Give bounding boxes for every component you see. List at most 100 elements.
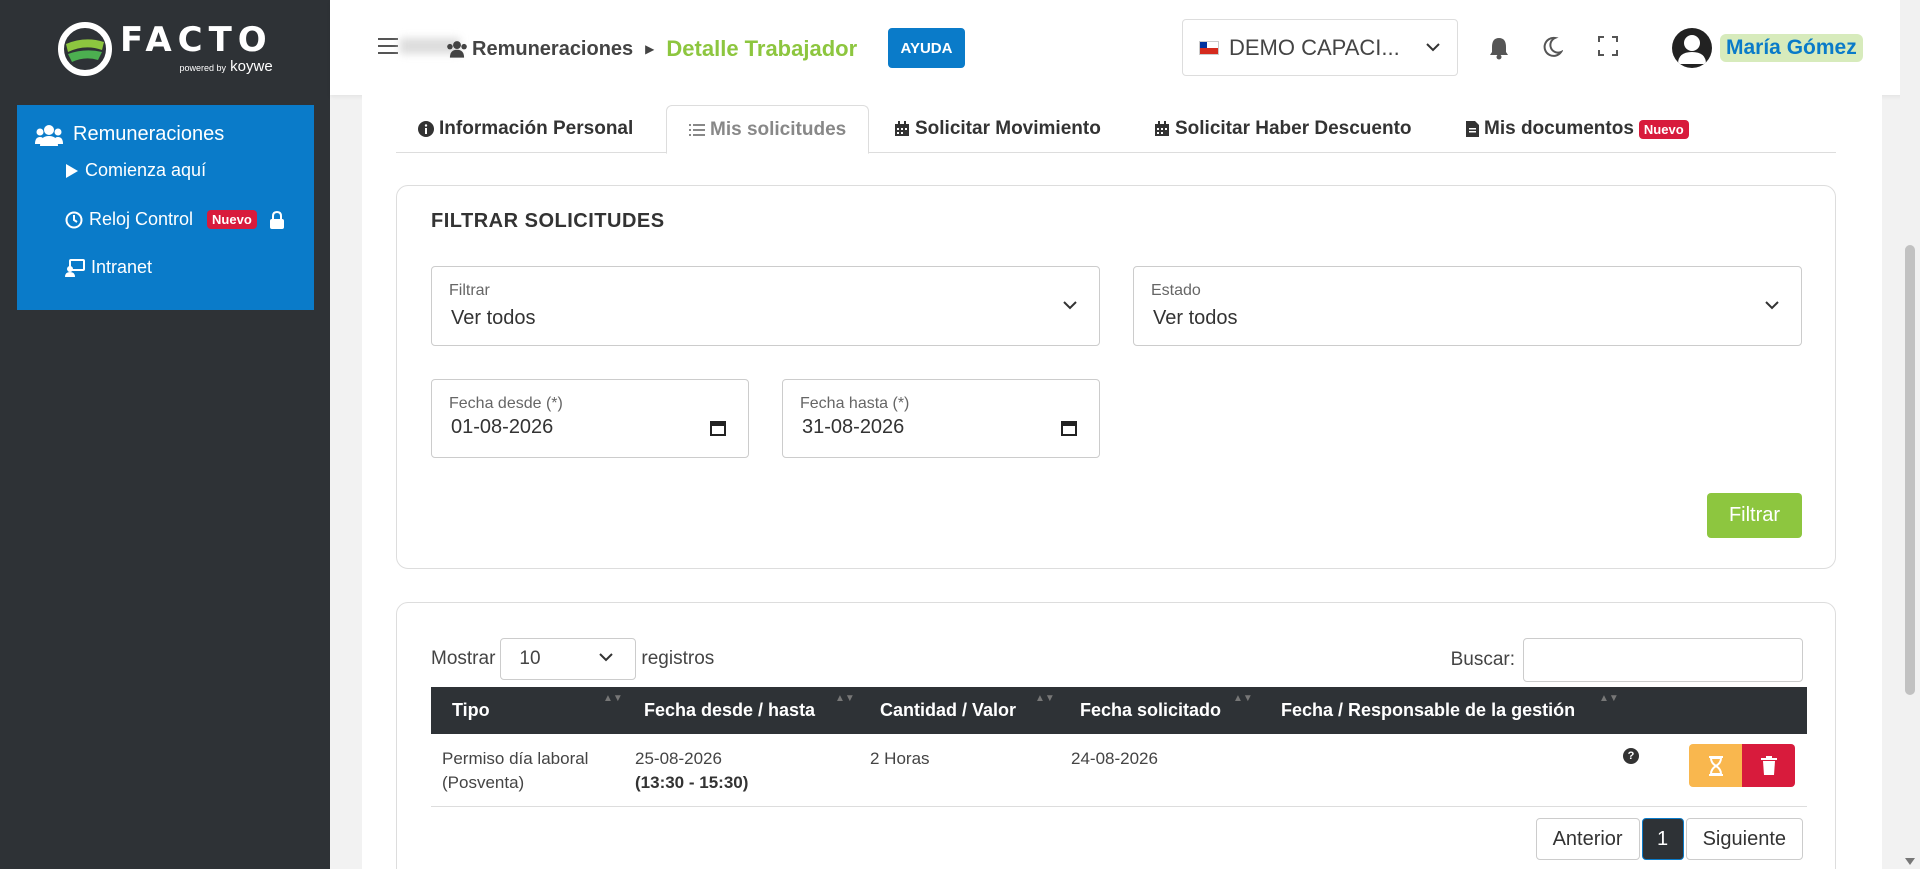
cell-solicitado: 24-08-2026 xyxy=(1071,749,1158,768)
sidebar-item-intranet[interactable]: Intranet xyxy=(65,257,152,278)
play-icon xyxy=(66,163,78,178)
page-scrollbar[interactable] xyxy=(1900,0,1920,869)
field-value: Ver todos xyxy=(451,307,536,329)
sidebar: FACTO powered by koywe Remuneraciones Co… xyxy=(0,0,330,869)
fecha-desde-input[interactable]: Fecha desde (*) 01-08-2026 xyxy=(431,379,749,458)
sort-icon[interactable]: ▲▼ xyxy=(1233,693,1253,704)
sort-icon[interactable]: ▲▼ xyxy=(1599,693,1619,704)
sort-icon[interactable]: ▲▼ xyxy=(1035,693,1055,704)
tab-label: Mis documentos xyxy=(1484,118,1634,139)
tab-mis-solicitudes[interactable]: Mis solicitudes xyxy=(666,105,870,154)
field-value: 31-08-2026 xyxy=(802,416,905,438)
column-header-fecha[interactable]: Fecha desde / hasta xyxy=(644,700,815,721)
cell-fecha: 25-08-2026 (13:30 - 15:30) xyxy=(635,747,748,795)
lock-icon xyxy=(269,210,284,229)
table-search: Buscar: xyxy=(1451,638,1803,682)
tab-label: Información Personal xyxy=(439,118,634,139)
column-header-tipo[interactable]: Tipo xyxy=(452,700,490,721)
filter-card: FILTRAR SOLICITUDES Filtrar Ver todos Es… xyxy=(396,185,1836,569)
cell-text: (Posventa) xyxy=(442,773,525,792)
new-badge: Nuevo xyxy=(1638,119,1689,139)
help-button[interactable]: AYUDA xyxy=(888,28,965,68)
scroll-down-arrow-icon[interactable] xyxy=(1905,858,1915,865)
sidebar-item-reloj-control[interactable]: Reloj Control Nuevo xyxy=(65,209,305,230)
intranet-icon xyxy=(65,258,85,277)
delete-button[interactable] xyxy=(1742,744,1795,787)
column-header-responsable[interactable]: Fecha / Responsable de la gestión xyxy=(1281,700,1575,721)
company-selector[interactable]: DEMO CAPACI... xyxy=(1182,19,1458,76)
calendar-icon[interactable] xyxy=(710,420,726,436)
tab-solicitar-haber-descuento[interactable]: Solicitar Haber Descuento xyxy=(1154,105,1412,153)
hourglass-icon xyxy=(1708,755,1723,776)
tab-mis-documentos[interactable]: Mis documentos Nuevo xyxy=(1466,105,1689,153)
page-size-select[interactable]: 10 xyxy=(500,638,637,680)
tab-label: Solicitar Movimiento xyxy=(915,118,1101,139)
top-header: Remuneraciones ▶ Detalle Trabajador AYUD… xyxy=(330,0,1920,95)
avatar-icon[interactable] xyxy=(1672,28,1712,68)
tab-solicitar-movimiento[interactable]: Solicitar Movimiento xyxy=(894,105,1101,153)
main-content: Información Personal Mis solicitudes Sol… xyxy=(362,95,1882,869)
search-label: Buscar: xyxy=(1450,649,1515,670)
fullscreen-icon[interactable] xyxy=(1598,36,1618,56)
cell-text: 25-08-2026 xyxy=(635,749,722,768)
nav-section-label: Remuneraciones xyxy=(73,123,225,145)
cell-cantidad: 2 Horas xyxy=(870,749,930,768)
menu-icon[interactable] xyxy=(378,38,398,56)
breadcrumb-parent[interactable]: Remuneraciones xyxy=(446,38,633,61)
breadcrumb-parent-label: Remuneraciones xyxy=(472,37,634,60)
sort-icon[interactable]: ▲▼ xyxy=(835,693,855,704)
file-icon xyxy=(1466,121,1479,137)
show-label: Mostrar xyxy=(431,648,496,669)
calendar-icon[interactable] xyxy=(1061,420,1077,436)
new-badge: Nuevo xyxy=(207,210,257,229)
chevron-down-icon xyxy=(599,653,614,662)
cell-text: (13:30 - 15:30) xyxy=(635,773,749,792)
company-name: DEMO CAPACI... xyxy=(1229,34,1400,60)
tab-label: Solicitar Haber Descuento xyxy=(1175,118,1412,139)
records-label: registros xyxy=(641,648,715,669)
pagination: Anterior 1 Siguiente xyxy=(1535,818,1803,860)
field-value: 01-08-2026 xyxy=(451,416,554,438)
sidebar-item-label: Comienza aquí xyxy=(85,160,207,180)
filter-submit-button[interactable]: Filtrar xyxy=(1707,493,1802,538)
sidebar-item-label: Reloj Control xyxy=(89,209,194,229)
table-row: Permiso día laboral (Posventa) 25-08-202… xyxy=(431,734,1807,807)
calendar-icon xyxy=(1155,121,1169,136)
page-length-control: Mostrar 10 registros xyxy=(431,638,714,680)
clock-icon xyxy=(65,211,83,228)
breadcrumb-current: Detalle Trabajador xyxy=(666,36,858,61)
tab-bar: Información Personal Mis solicitudes Sol… xyxy=(396,105,1836,154)
next-page-button[interactable]: Siguiente xyxy=(1685,818,1803,860)
scrollbar-thumb[interactable] xyxy=(1905,245,1915,695)
users-icon xyxy=(447,41,467,58)
table-header: Tipo ▲▼ Fecha desde / hasta ▲▼ Cantidad … xyxy=(431,687,1807,734)
field-label: Filtrar xyxy=(449,282,490,299)
field-value: Ver todos xyxy=(1153,307,1238,329)
previous-page-button[interactable]: Anterior xyxy=(1535,818,1640,860)
filter-title: FILTRAR SOLICITUDES xyxy=(431,210,665,232)
sidebar-item-comienza[interactable]: Comienza aquí xyxy=(65,160,206,181)
pending-status-button[interactable] xyxy=(1689,744,1742,787)
column-header-solicitado[interactable]: Fecha solicitado xyxy=(1080,700,1221,721)
powered-brand: koywe xyxy=(230,57,273,75)
search-input[interactable] xyxy=(1523,638,1803,682)
filtrar-select[interactable]: Filtrar Ver todos xyxy=(431,266,1100,346)
estado-select[interactable]: Estado Ver todos xyxy=(1133,266,1802,346)
user-name[interactable]: María Gómez xyxy=(1720,34,1863,62)
fecha-hasta-input[interactable]: Fecha hasta (*) 31-08-2026 xyxy=(782,379,1100,458)
requests-table-card: Mostrar 10 registros Buscar: Tipo ▲▼ Fec… xyxy=(396,602,1836,869)
page-number-button[interactable]: 1 xyxy=(1641,818,1684,860)
moon-icon[interactable] xyxy=(1543,36,1563,58)
breadcrumb-separator-icon: ▶ xyxy=(645,42,655,56)
facto-logo[interactable]: FACTO powered by koywe xyxy=(58,14,298,84)
cell-tipo: Permiso día laboral (Posventa) xyxy=(442,747,588,795)
tab-informacion-personal[interactable]: Información Personal xyxy=(418,105,633,153)
nav-section-remuneraciones[interactable]: Remuneraciones xyxy=(35,123,224,146)
bell-icon[interactable] xyxy=(1488,36,1510,60)
column-header-cantidad[interactable]: Cantidad / Valor xyxy=(880,700,1016,721)
question-icon[interactable]: ? xyxy=(1623,748,1639,764)
page-size-value: 10 xyxy=(519,648,541,669)
breadcrumb: Remuneraciones ▶ Detalle Trabajador xyxy=(446,36,857,62)
sort-icon[interactable]: ▲▼ xyxy=(603,693,623,704)
sidebar-item-label: Intranet xyxy=(91,257,153,277)
